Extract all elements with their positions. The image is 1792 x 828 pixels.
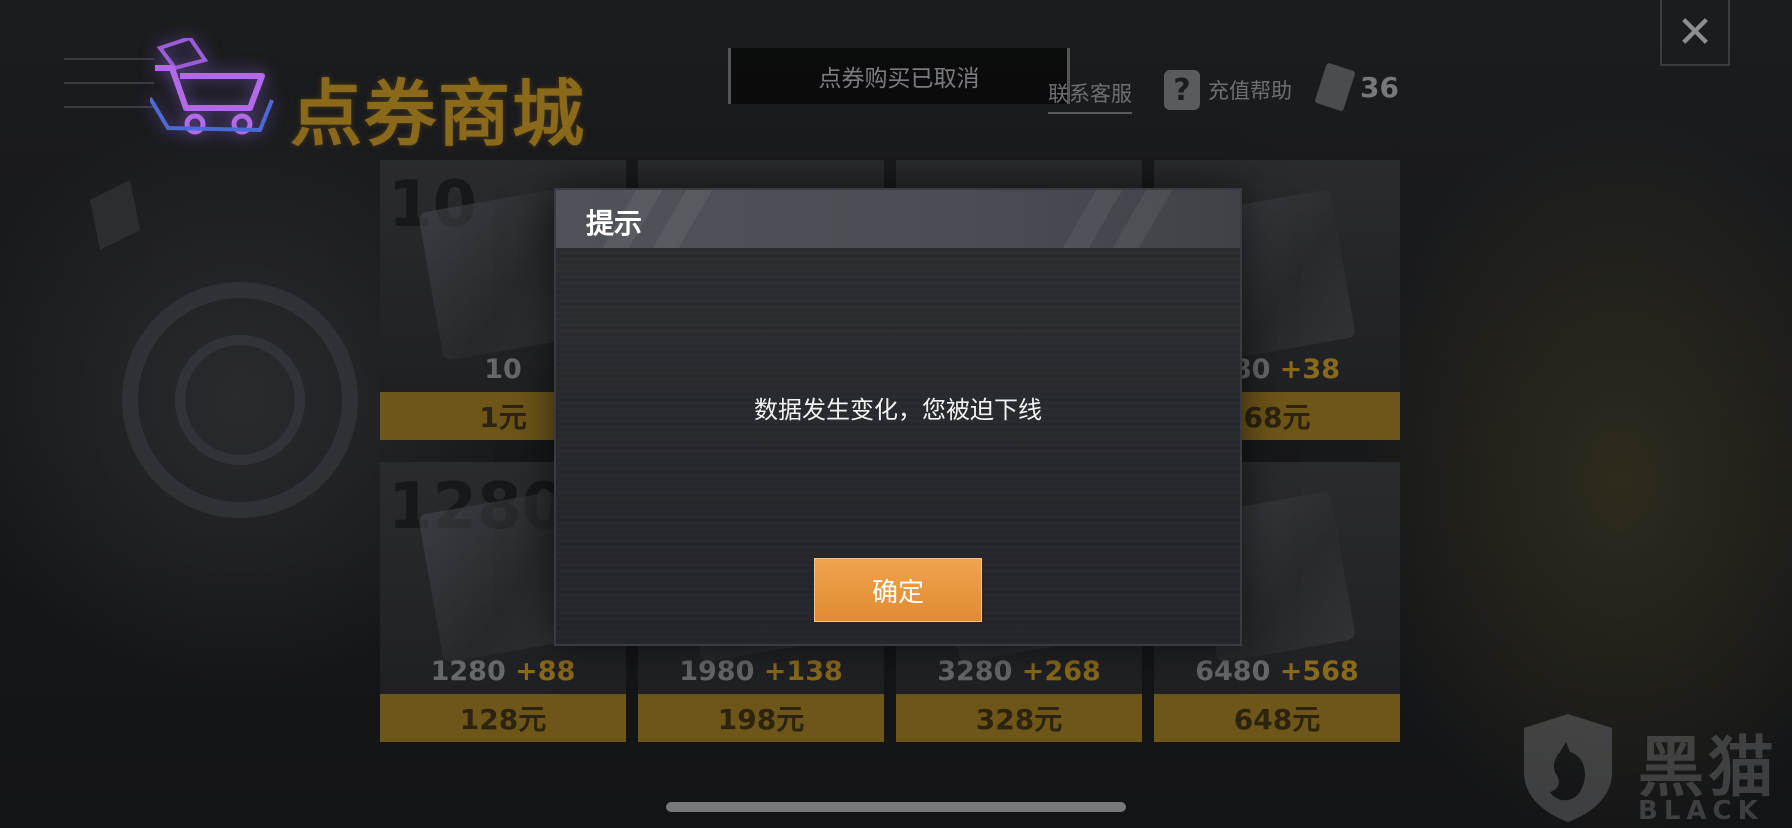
notice-dialog: 提示 数据发生变化，您被迫下线 确定 [554,188,1242,646]
cat-shield-icon [1524,714,1612,822]
coupon-balance: 36 [1314,62,1399,112]
watermark-english: BLACK CAT [1638,796,1764,828]
black-cat-watermark: 黑猫 BLACK CAT [1520,712,1792,828]
recharge-help-label: 充值帮助 [1208,79,1292,103]
purchase-cancelled-toast: 点券购买已取消 [728,48,1070,104]
dialog-title: 提示 [586,207,643,240]
confirm-button[interactable]: 确定 [814,558,982,622]
package-amount: 3280 +268 [937,656,1101,687]
shopping-cart-icon [150,38,274,135]
home-indicator[interactable] [666,802,1126,812]
package-price: 648元 [1154,694,1400,742]
coupon-icon [1314,62,1356,112]
close-button[interactable]: ✕ [1660,0,1730,66]
package-price: 328元 [896,694,1142,742]
store-title: 点券商城 [290,72,587,156]
package-amount: 6480 +568 [1195,656,1359,687]
package-price: 198元 [638,694,884,742]
package-amount: 1980 +138 [679,656,843,687]
package-amount: 1280 +88 [430,656,576,687]
recharge-help-button[interactable]: ? 充值帮助 [1164,70,1292,110]
menu-lines-decoration [64,58,154,136]
dialog-header: 提示 [556,190,1240,248]
question-icon: ? [1164,70,1200,110]
package-price: 128元 [380,694,626,742]
contact-service-link[interactable]: 联系客服 [1048,78,1132,114]
store-screen: 点券商城 点券购买已取消 联系客服 ? 充值帮助 36 ✕ 10 10 1元 6… [0,0,1792,828]
coupon-balance-value: 36 [1360,70,1399,104]
dialog-message: 数据发生变化，您被迫下线 [754,396,1042,424]
background-target-decoration [90,180,358,518]
